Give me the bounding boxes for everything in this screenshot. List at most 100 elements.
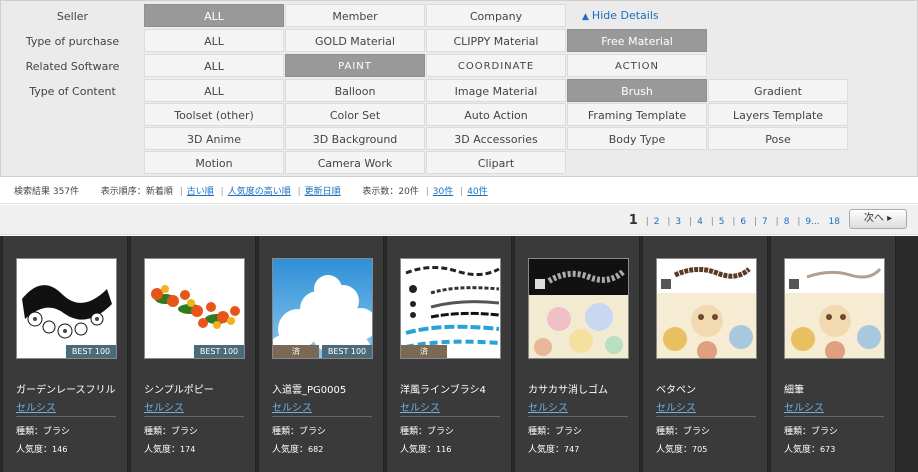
popularity-value: 174 [180, 445, 196, 454]
material-card[interactable]: ベタペン セルシス 種類：ブラシ 人気度：705 [642, 236, 768, 472]
content-option-3d-background[interactable]: 3D Background [285, 127, 425, 150]
material-title[interactable]: ベタペン [656, 381, 766, 396]
material-thumbnail[interactable] [784, 258, 885, 359]
next-page-button[interactable]: 次へ ▸ [849, 209, 907, 229]
author-link[interactable]: セルシス [656, 399, 696, 414]
card-divider [272, 416, 372, 417]
page-link[interactable]: 2 [654, 217, 660, 227]
page-link-last[interactable]: 18 [829, 217, 840, 227]
cloud-preview [273, 259, 372, 358]
page-link[interactable]: 9... [805, 217, 819, 227]
author-link[interactable]: セルシス [400, 399, 440, 414]
popularity-label: 人気度： [400, 445, 437, 455]
material-type: 種類：ブラシ [528, 427, 582, 437]
purchase-option-gold[interactable]: GOLD Material [285, 29, 425, 52]
popularity-value: 146 [52, 445, 68, 454]
author-link[interactable]: セルシス [528, 399, 568, 414]
per-page-link-40[interactable]: 40件 [467, 187, 487, 197]
sort-link-popularity[interactable]: 人気度の高い順 [228, 187, 291, 197]
software-option-paint[interactable]: PAINT [285, 54, 425, 77]
purchase-option-free[interactable]: Free Material [567, 29, 707, 52]
material-title[interactable]: カサカサ消しゴム [528, 381, 638, 396]
popularity: 人気度：673 [784, 442, 835, 455]
material-card[interactable]: 済 BEST 100 入道雲_PG0005 セルシス 種類：ブラシ 人気度：68… [258, 236, 384, 472]
popularity: 人気度：747 [528, 442, 579, 455]
software-option-coordinate[interactable]: COORDINATE [426, 54, 566, 77]
page-current: 1 [628, 213, 638, 228]
fine-brush-preview [785, 259, 884, 358]
page-link[interactable]: 4 [697, 217, 703, 227]
page-link[interactable]: 5 [719, 217, 725, 227]
material-thumbnail[interactable]: BEST 100 [144, 258, 245, 359]
poppy-preview [151, 285, 240, 329]
material-card[interactable]: カサカサ消しゴム セルシス 種類：ブラシ 人気度：747 [514, 236, 640, 472]
content-option-balloon[interactable]: Balloon [285, 79, 425, 102]
content-option-gradient[interactable]: Gradient [708, 79, 848, 102]
material-card[interactable]: BEST 100 シンプルポピー セルシス 種類：ブラシ 人気度：174 [130, 236, 256, 472]
software-option-action[interactable]: ACTION [567, 54, 707, 77]
content-option-pose[interactable]: Pose [708, 127, 848, 150]
material-card[interactable]: 細筆 セルシス 種類：ブラシ 人気度：673 [770, 236, 896, 472]
content-option-color-set[interactable]: Color Set [285, 103, 425, 126]
material-thumbnail[interactable] [656, 258, 757, 359]
material-type: 種類：ブラシ [144, 427, 198, 437]
content-option-body-type[interactable]: Body Type [567, 127, 707, 150]
content-option-all[interactable]: ALL [144, 79, 284, 102]
material-title[interactable]: ガーデンレースフリル [16, 381, 126, 396]
card-divider [784, 416, 884, 417]
content-option-image-material[interactable]: Image Material [426, 79, 566, 102]
author-link[interactable]: セルシス [784, 399, 824, 414]
material-thumbnail[interactable] [528, 258, 629, 359]
material-card[interactable]: 済 洋風ラインブラシ4 セルシス 種類：ブラシ 人気度：116 [386, 236, 512, 472]
content-option-toolset[interactable]: Toolset (other) [144, 103, 284, 126]
material-thumbnail[interactable]: 済 [400, 258, 501, 359]
page-link[interactable]: 3 [675, 217, 681, 227]
purchase-option-all[interactable]: ALL [144, 29, 284, 52]
best-100-badge: BEST 100 [322, 345, 372, 358]
material-title[interactable]: 洋風ラインブラシ4 [400, 381, 510, 396]
popularity-label: 人気度： [528, 445, 565, 455]
content-option-camera-work[interactable]: Camera Work [285, 151, 425, 174]
content-option-3d-accessories[interactable]: 3D Accessories [426, 127, 566, 150]
popularity-value: 673 [820, 445, 836, 454]
content-option-auto-action[interactable]: Auto Action [426, 103, 566, 126]
author-link[interactable]: セルシス [16, 399, 56, 414]
solid-pen-preview [657, 259, 756, 358]
software-option-all[interactable]: ALL [144, 54, 284, 77]
page-link[interactable]: 7 [762, 217, 768, 227]
per-page-link-30[interactable]: 30件 [433, 187, 453, 197]
material-title[interactable]: 入道雲_PG0005 [272, 381, 382, 396]
material-thumbnail[interactable]: BEST 100 [16, 258, 117, 359]
author-link[interactable]: セルシス [272, 399, 312, 414]
seller-option-member[interactable]: Member [285, 4, 425, 27]
filter-panel: Seller ALL Member Company ▲ Hide Details … [0, 0, 918, 177]
line-brush-preview [405, 266, 500, 349]
filter-label-seller: Seller [56, 10, 89, 23]
content-option-brush[interactable]: Brush [567, 79, 707, 102]
sort-link-updated[interactable]: 更新日順 [305, 187, 341, 197]
content-option-layers-template[interactable]: Layers Template [708, 103, 848, 126]
purchase-option-clippy[interactable]: CLIPPY Material [426, 29, 566, 52]
card-divider [144, 416, 244, 417]
content-option-3d-anime[interactable]: 3D Anime [144, 127, 284, 150]
material-card[interactable]: BEST 100 ガーデンレースフリル セルシス 種類：ブラシ 人気度：146 [2, 236, 128, 472]
sort-link-oldest[interactable]: 古い順 [187, 187, 214, 197]
popularity-value: 747 [564, 445, 580, 454]
material-grid: BEST 100 ガーデンレースフリル セルシス 種類：ブラシ 人気度： 146 [0, 236, 918, 472]
page-link[interactable]: 8 [784, 217, 790, 227]
material-title[interactable]: 細筆 [784, 381, 894, 396]
author-link[interactable]: セルシス [144, 399, 184, 414]
popularity: 人気度：705 [656, 442, 707, 455]
content-option-framing-template[interactable]: Framing Template [567, 103, 707, 126]
seller-option-company[interactable]: Company [426, 4, 566, 27]
content-option-clipart[interactable]: Clipart [426, 151, 566, 174]
seller-option-all[interactable]: ALL [144, 4, 284, 27]
page-link[interactable]: 6 [740, 217, 746, 227]
card-divider [656, 416, 756, 417]
content-option-motion[interactable]: Motion [144, 151, 284, 174]
per-page-label: 表示数： [362, 187, 399, 197]
material-title[interactable]: シンプルポピー [144, 381, 254, 396]
material-thumbnail[interactable]: 済 BEST 100 [272, 258, 373, 359]
filter-label-purchase: Type of purchase [25, 35, 120, 48]
hide-details-link[interactable]: ▲ Hide Details [582, 9, 659, 22]
